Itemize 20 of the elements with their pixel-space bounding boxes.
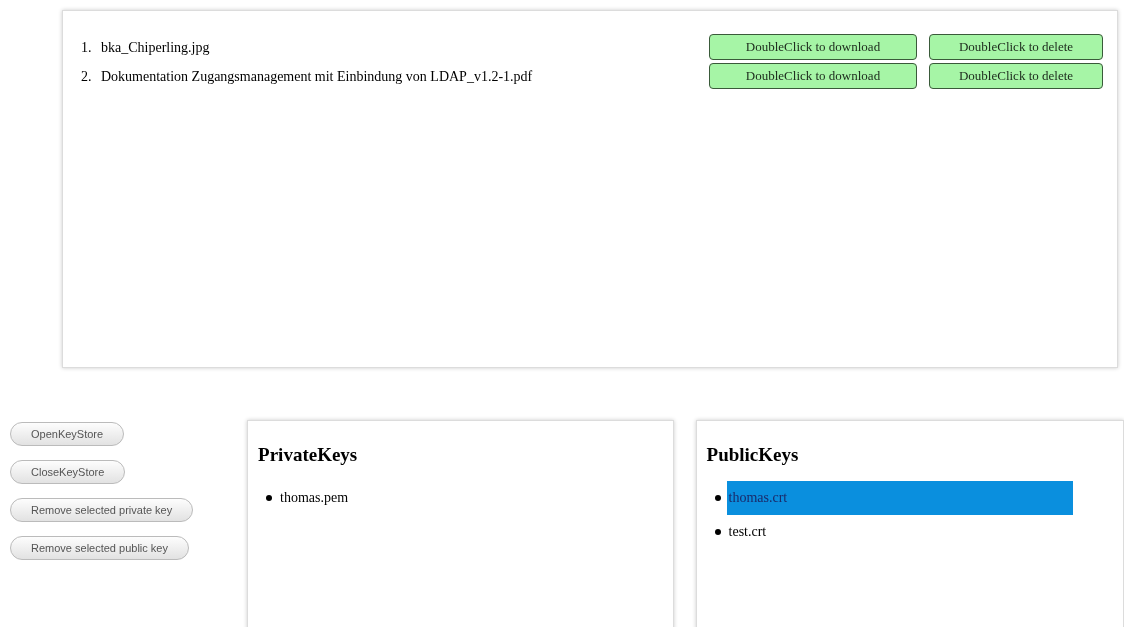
key-item[interactable]: test.crt	[726, 514, 769, 549]
bullet-icon	[266, 494, 273, 501]
panel-title: PrivateKeys	[258, 443, 359, 467]
file-name: Dokumentation Zugangsmanagement mit Einbindung von LDAP_v1.2-1.pdf	[101, 67, 534, 86]
panel-title: PublicKeys	[706, 443, 800, 467]
list-number: 2.	[81, 67, 93, 86]
key-item[interactable]: thomas.pem	[278, 480, 351, 515]
keystore-button[interactable]: OpenKeyStore	[10, 422, 125, 446]
bullet-icon	[714, 528, 721, 535]
delete-button[interactable]: DoubleClick to delete	[929, 34, 1103, 60]
bullet-icon	[714, 494, 721, 501]
keystore-button[interactable]: Remove selected public key	[10, 536, 189, 560]
download-button[interactable]: DoubleClick to download	[709, 34, 917, 60]
key-item[interactable]: thomas.crt	[726, 480, 1073, 515]
delete-button[interactable]: DoubleClick to delete	[929, 63, 1103, 89]
keystore-button[interactable]: Remove selected private key	[10, 498, 194, 522]
file-name: bka_Chiperling.jpg	[101, 38, 211, 57]
download-button[interactable]: DoubleClick to download	[709, 63, 917, 89]
list-number: 1.	[81, 38, 93, 57]
keystore-button[interactable]: CloseKeyStore	[10, 460, 126, 484]
